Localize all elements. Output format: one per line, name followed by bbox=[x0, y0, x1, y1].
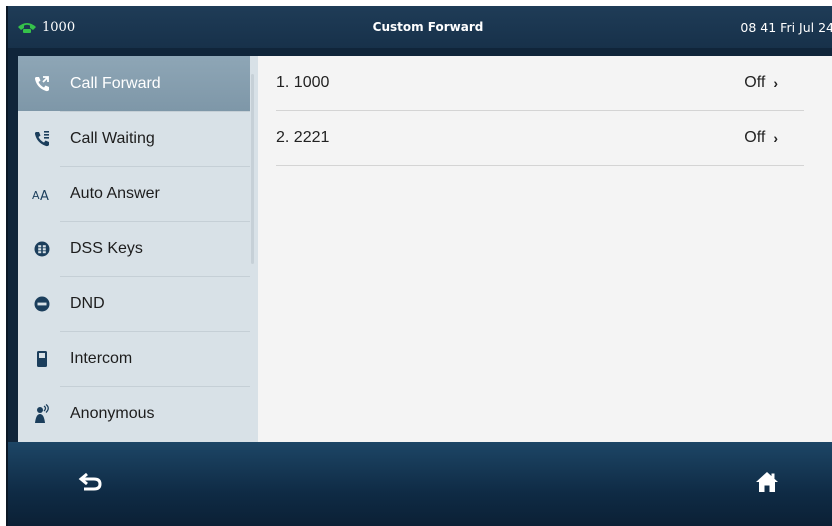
sidebar-item-label: DND bbox=[70, 294, 105, 312]
status-value: Off bbox=[744, 129, 766, 146]
sidebar-item-label: Auto Answer bbox=[70, 184, 160, 202]
dnd-icon bbox=[32, 294, 52, 314]
divider bbox=[60, 276, 250, 277]
line-label: 1000 bbox=[42, 19, 76, 35]
chevron-right-icon: › bbox=[773, 130, 778, 146]
svg-text:A: A bbox=[40, 189, 49, 202]
sidebar-item-dnd[interactable]: DND bbox=[18, 276, 250, 331]
back-button[interactable] bbox=[68, 464, 114, 504]
line-indicator: 1000 bbox=[16, 6, 75, 48]
chevron-right-icon: › bbox=[773, 75, 778, 91]
status-value: Off bbox=[744, 74, 766, 91]
dss-keys-icon bbox=[32, 239, 52, 259]
divider bbox=[60, 166, 250, 167]
list-item-label: 1. 1000 bbox=[276, 74, 330, 91]
home-icon bbox=[755, 471, 779, 497]
auto-answer-icon: A A bbox=[32, 184, 52, 204]
sidebar-item-auto-answer[interactable]: A A Auto Answer bbox=[18, 166, 250, 221]
sidebar-item-label: Call Forward bbox=[70, 74, 161, 92]
sidebar-item-label: Intercom bbox=[70, 349, 133, 367]
forward-list: 1. 1000 Off › 2. 2221 Off › bbox=[258, 56, 832, 442]
intercom-icon bbox=[32, 349, 52, 369]
call-forward-icon bbox=[32, 74, 52, 94]
list-item[interactable]: 1. 1000 Off › bbox=[276, 56, 804, 111]
anonymous-icon bbox=[32, 403, 52, 424]
sidebar: Call Forward Call Waiting A A Auto Answe… bbox=[18, 56, 258, 442]
list-item-value: Off › bbox=[744, 129, 778, 147]
sidebar-item-dss-keys[interactable]: DSS Keys bbox=[18, 221, 250, 276]
sidebar-item-call-waiting[interactable]: Call Waiting bbox=[18, 111, 250, 166]
bottom-bar bbox=[8, 442, 832, 526]
divider bbox=[60, 386, 250, 387]
sidebar-item-intercom[interactable]: Intercom bbox=[18, 331, 250, 386]
sidebar-item-label: Call Waiting bbox=[70, 129, 155, 147]
back-arrow-icon bbox=[78, 472, 104, 496]
page-title: Custom Forward bbox=[372, 20, 484, 34]
sidebar-item-label: Anonymous bbox=[70, 404, 155, 422]
home-button[interactable] bbox=[744, 464, 790, 504]
phone-line-icon bbox=[16, 20, 38, 34]
svg-text:A: A bbox=[32, 189, 40, 202]
phone-screen: 1000 Custom Forward 08 41 Fri Jul 24 Cal… bbox=[6, 6, 832, 526]
datetime: 08 41 Fri Jul 24 bbox=[740, 19, 832, 35]
sidebar-scrollbar[interactable] bbox=[251, 74, 254, 264]
list-item[interactable]: 2. 2221 Off › bbox=[276, 111, 804, 166]
content-area: Call Forward Call Waiting A A Auto Answe… bbox=[18, 56, 832, 442]
sidebar-item-anonymous[interactable]: Anonymous bbox=[18, 386, 250, 441]
divider bbox=[60, 331, 250, 332]
list-item-value: Off › bbox=[744, 74, 778, 92]
list-item-label: 2. 2221 bbox=[276, 129, 330, 146]
divider bbox=[60, 111, 250, 112]
status-bar: 1000 Custom Forward 08 41 Fri Jul 24 bbox=[8, 6, 832, 48]
sidebar-item-label: DSS Keys bbox=[70, 239, 143, 257]
call-waiting-icon bbox=[32, 129, 52, 149]
sidebar-item-call-forward[interactable]: Call Forward bbox=[18, 56, 250, 111]
divider bbox=[60, 221, 250, 222]
